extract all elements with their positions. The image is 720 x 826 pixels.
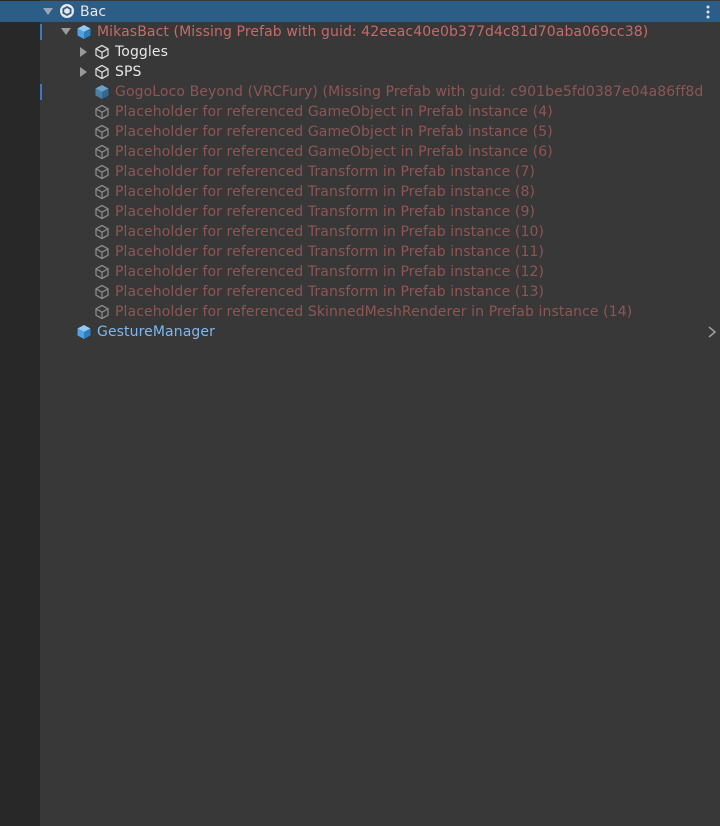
hierarchy-row-mikasbact[interactable]: MikasBact (Missing Prefab with guid: 42e…: [0, 22, 720, 42]
hierarchy-row-placeholder[interactable]: Placeholder for referenced GameObject in…: [0, 102, 720, 122]
hierarchy-item-label: Placeholder for referenced Transform in …: [115, 224, 545, 240]
expand-arrow-down-icon[interactable]: [60, 26, 72, 38]
hierarchy-row-root[interactable]: Bac: [0, 1, 720, 22]
hierarchy-item-label: Placeholder for referenced Transform in …: [115, 244, 545, 260]
expand-arrow-right-icon[interactable]: [78, 66, 90, 78]
hierarchy-item-label: MikasBact (Missing Prefab with guid: 42e…: [97, 24, 649, 40]
hierarchy-row-placeholder[interactable]: Placeholder for referenced GameObject in…: [0, 142, 720, 162]
hierarchy-item-label: Placeholder for referenced Transform in …: [115, 184, 536, 200]
gameobject-cube-icon: [94, 184, 110, 200]
scene-name-label: Bac: [80, 3, 107, 20]
chevron-right-icon[interactable]: [706, 324, 718, 340]
hierarchy-item-label: Placeholder for referenced GameObject in…: [115, 104, 553, 120]
hierarchy-row-gesturemanager[interactable]: GestureManager: [0, 322, 720, 342]
hierarchy-item-label: Placeholder for referenced Transform in …: [115, 164, 536, 180]
gameobject-cube-icon: [94, 224, 110, 240]
hierarchy-row-placeholder[interactable]: Placeholder for referenced Transform in …: [0, 162, 720, 182]
hierarchy-item-label: SPS: [115, 64, 142, 80]
gameobject-cube-icon: [94, 244, 110, 260]
hierarchy-row-placeholder[interactable]: Placeholder for referenced SkinnedMeshRe…: [0, 302, 720, 322]
hierarchy-row-placeholder[interactable]: Placeholder for referenced Transform in …: [0, 262, 720, 282]
hierarchy-row-placeholder[interactable]: Placeholder for referenced Transform in …: [0, 182, 720, 202]
gameobject-cube-icon: [94, 104, 110, 120]
expand-arrow-right-icon[interactable]: [78, 46, 90, 58]
hierarchy-item-label: Placeholder for referenced GameObject in…: [115, 124, 553, 140]
modified-marker: [40, 24, 42, 40]
hierarchy-row-placeholder[interactable]: Placeholder for referenced Transform in …: [0, 222, 720, 242]
hierarchy-item-label: Placeholder for referenced GameObject in…: [115, 144, 553, 160]
gameobject-cube-icon: [94, 284, 110, 300]
gameobject-cube-icon: [94, 304, 110, 320]
expand-arrow-down-icon[interactable]: [42, 6, 54, 18]
hierarchy-row-placeholder[interactable]: Placeholder for referenced GameObject in…: [0, 122, 720, 142]
hierarchy-row-placeholder[interactable]: Placeholder for referenced Transform in …: [0, 282, 720, 302]
hierarchy-item-label: GogoLoco Beyond (VRCFury) (Missing Prefa…: [115, 84, 704, 100]
hierarchy-item-label: Toggles: [115, 44, 169, 60]
prefab-cube-icon: [76, 24, 92, 40]
gameobject-cube-icon: [94, 204, 110, 220]
gameobject-cube-icon: [94, 64, 110, 80]
more-options-icon[interactable]: [701, 4, 715, 20]
hierarchy-item-label: Placeholder for referenced Transform in …: [115, 204, 536, 220]
unity-scene-icon: [59, 3, 75, 19]
hierarchy-row-gogoloco[interactable]: GogoLoco Beyond (VRCFury) (Missing Prefa…: [0, 82, 720, 102]
hierarchy-row-placeholder[interactable]: Placeholder for referenced Transform in …: [0, 242, 720, 262]
prefab-cube-icon: [94, 84, 110, 100]
hierarchy-item-label: Placeholder for referenced Transform in …: [115, 264, 545, 280]
hierarchy-item-label: Placeholder for referenced Transform in …: [115, 284, 545, 300]
prefab-cube-icon: [76, 324, 92, 340]
hierarchy-item-label: GestureManager: [97, 324, 215, 340]
gameobject-cube-icon: [94, 264, 110, 280]
hierarchy-row-toggles[interactable]: Toggles: [0, 42, 720, 62]
hierarchy-row-sps[interactable]: SPS: [0, 62, 720, 82]
gameobject-cube-icon: [94, 44, 110, 60]
hierarchy-row-placeholder[interactable]: Placeholder for referenced Transform in …: [0, 202, 720, 222]
gameobject-cube-icon: [94, 164, 110, 180]
gameobject-cube-icon: [94, 124, 110, 140]
hierarchy-item-label: Placeholder for referenced SkinnedMeshRe…: [115, 304, 633, 320]
gameobject-cube-icon: [94, 144, 110, 160]
modified-marker: [40, 84, 42, 100]
